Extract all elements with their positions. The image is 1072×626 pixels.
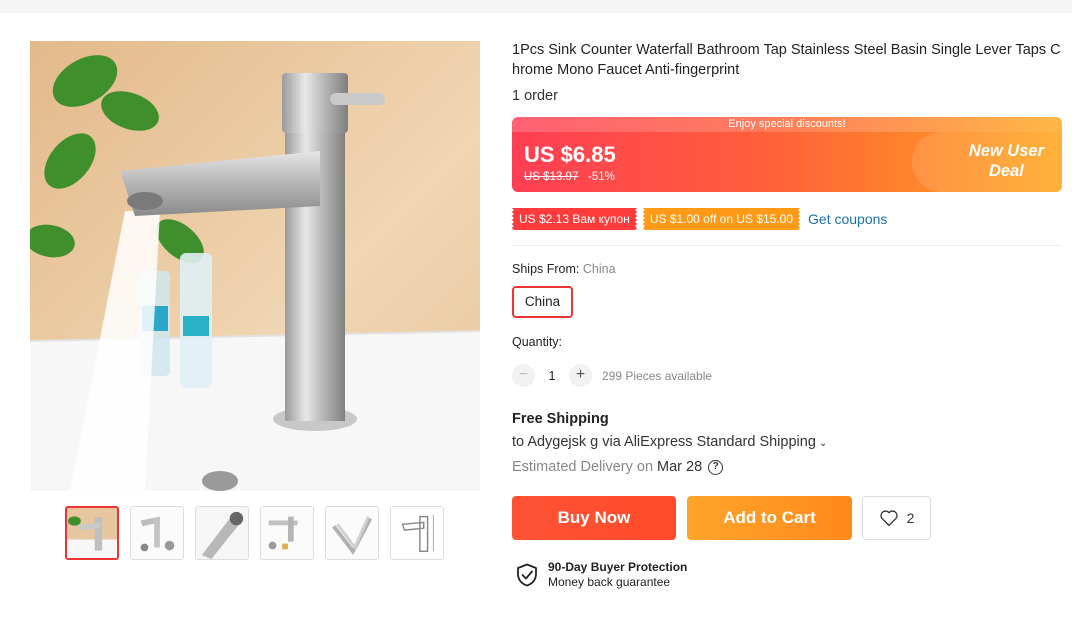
thumb-components-photo (261, 507, 313, 559)
ships-from-key: Ships From: (512, 262, 580, 276)
thumbnail-2[interactable] (130, 506, 184, 560)
quantity-increase-button[interactable]: + (569, 364, 592, 387)
buyer-protection-text: 90-Day Buyer Protection Money back guara… (548, 560, 687, 589)
thumb-hoses-photo (326, 507, 378, 559)
ships-from-label: Ships From: China (512, 262, 616, 276)
buyer-protection: 90-Day Buyer Protection Money back guara… (516, 560, 687, 589)
buyer-protection-title: 90-Day Buyer Protection (548, 560, 688, 574)
heart-icon (879, 510, 898, 527)
quantity-decrease-button[interactable]: − (512, 364, 535, 387)
divider (512, 245, 1062, 246)
wishlist-count: 2 (906, 510, 915, 526)
discount-banner-text: Enjoy special discounts! (512, 117, 1062, 132)
thumb-dimensions-photo (391, 507, 443, 559)
product-info: 1Pcs Sink Counter Waterfall Bathroom Tap… (512, 40, 1062, 104)
chevron-down-icon: ⌄ (818, 438, 828, 449)
product-main-image[interactable] (30, 41, 480, 491)
estimated-delivery-date: Mar 28 (657, 459, 703, 475)
price-banner: Enjoy special discounts! US $6.85 US $13… (512, 117, 1062, 192)
quantity-stepper: − 1 + 299 Pieces available (512, 364, 712, 387)
product-title: 1Pcs Sink Counter Waterfall Bathroom Tap… (512, 42, 1061, 78)
promo-line-2: Deal (988, 162, 1024, 180)
ships-from-value: China (582, 262, 616, 276)
quantity-label: Quantity: (512, 335, 563, 349)
order-count: 1 order (512, 88, 558, 104)
help-icon[interactable]: ? (708, 459, 724, 475)
thumb-closeup-photo (196, 507, 248, 559)
thumb-faucet-photo (67, 508, 117, 558)
buyer-protection-subtitle: Money back guarantee (548, 575, 671, 589)
thumbnail-4[interactable] (260, 506, 314, 560)
estimated-delivery-label: Estimated Delivery on (512, 459, 654, 475)
discount-percent: -51% (588, 171, 615, 183)
current-price: US $6.85 (524, 142, 616, 167)
promo-line-1: New User (968, 142, 1044, 160)
quantity-value[interactable]: 1 (535, 368, 569, 383)
faucet-photo (30, 41, 480, 491)
free-shipping-label: Free Shipping (512, 411, 609, 427)
thumbnail-1[interactable] (65, 506, 119, 560)
new-user-deal-badge: New User Deal (969, 141, 1044, 181)
estimated-delivery: Estimated Delivery on Mar 28 ? (512, 459, 724, 475)
coupon-row: US $2.13 Вам купон US $1.00 off on US $1… (510, 208, 887, 230)
thumbnail-6[interactable] (390, 506, 444, 560)
ships-from-option-china[interactable]: China (512, 286, 573, 318)
original-price: US $13.97 (524, 171, 579, 183)
stock-available: 299 Pieces available (602, 368, 713, 383)
shipping-method-selector[interactable]: to Adygejsk g via AliExpress Standard Sh… (512, 434, 827, 450)
thumb-parts-photo (131, 507, 183, 559)
shipping-destination: to Adygejsk g via AliExpress Standard Sh… (512, 434, 816, 450)
coupon-tag[interactable]: US $1.00 off on US $15.00 (640, 208, 803, 230)
thumbnail-3[interactable] (195, 506, 249, 560)
top-bar (0, 0, 1072, 13)
shield-check-icon (517, 563, 537, 586)
thumbnail-strip (65, 506, 444, 560)
add-to-cart-button[interactable]: Add to Cart (687, 496, 852, 540)
thumbnail-5[interactable] (325, 506, 379, 560)
get-coupons-link[interactable]: Get coupons (808, 211, 887, 227)
wishlist-button[interactable]: 2 (862, 496, 931, 540)
buy-now-button[interactable]: Buy Now (512, 496, 676, 540)
coupon-tag[interactable]: US $2.13 Вам купон (510, 208, 639, 230)
